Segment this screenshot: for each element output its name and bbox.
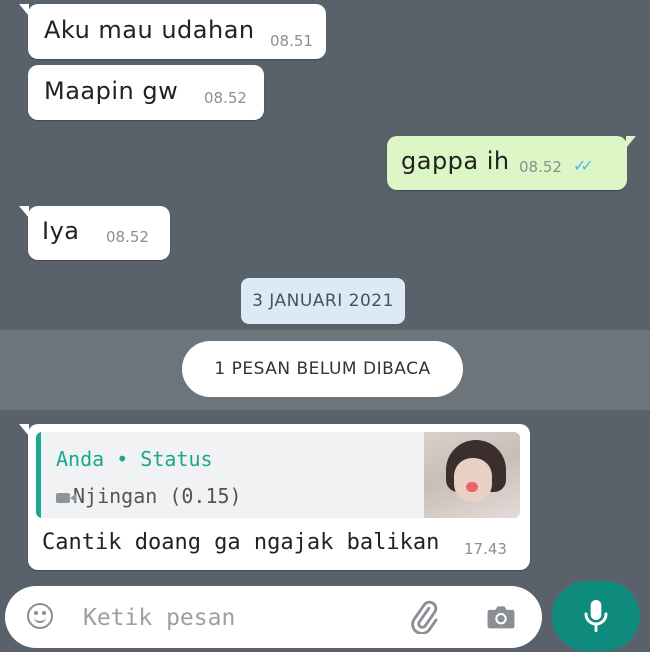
mic-icon xyxy=(584,600,608,633)
message-text: gappa ih xyxy=(401,147,510,175)
status-thumbnail xyxy=(424,432,520,518)
message-bubble-outgoing[interactable]: gappa ih 08.52 ✓✓ xyxy=(387,136,636,190)
quote-text-line: Njingan (0.15) xyxy=(56,484,242,508)
message-time: 08.51 xyxy=(270,32,313,50)
video-icon xyxy=(56,492,76,503)
message-composer xyxy=(5,586,542,648)
camera-icon[interactable] xyxy=(483,600,519,634)
message-text: Iya xyxy=(42,217,80,245)
message-time: 17.43 xyxy=(464,540,507,558)
message-bubble-incoming[interactable]: Iya 08.52 xyxy=(19,206,170,260)
message-time: 08.52 xyxy=(519,158,562,176)
message-time: 08.52 xyxy=(204,89,247,107)
quote-text: Njingan (0.15) xyxy=(73,484,242,508)
message-bubble-incoming[interactable]: Aku mau udahan 08.51 xyxy=(19,4,326,59)
message-text: Cantik doang ga ngajak balikan xyxy=(42,530,440,555)
quote-accent-bar xyxy=(36,432,41,518)
double-check-icon: ✓✓ xyxy=(573,156,594,175)
message-bubble-incoming[interactable]: Maapin gw 08.52 xyxy=(28,65,264,120)
quoted-status[interactable]: Anda • Status Njingan (0.15) xyxy=(36,432,520,518)
date-separator: 3 JANUARI 2021 xyxy=(241,278,405,324)
message-bubble-reply[interactable]: Anda • Status Njingan (0.15) Cantik doan… xyxy=(19,424,530,570)
unread-count-label: 1 PESAN BELUM DIBACA xyxy=(182,341,463,397)
message-input[interactable] xyxy=(81,600,385,636)
quote-author: Anda • Status xyxy=(56,447,213,471)
message-text: Maapin gw xyxy=(44,77,179,105)
attach-icon[interactable] xyxy=(407,600,441,634)
voice-record-button[interactable] xyxy=(552,581,640,651)
message-text: Aku mau udahan xyxy=(44,16,255,44)
emoji-icon[interactable] xyxy=(27,603,53,629)
message-time: 08.52 xyxy=(106,228,149,246)
